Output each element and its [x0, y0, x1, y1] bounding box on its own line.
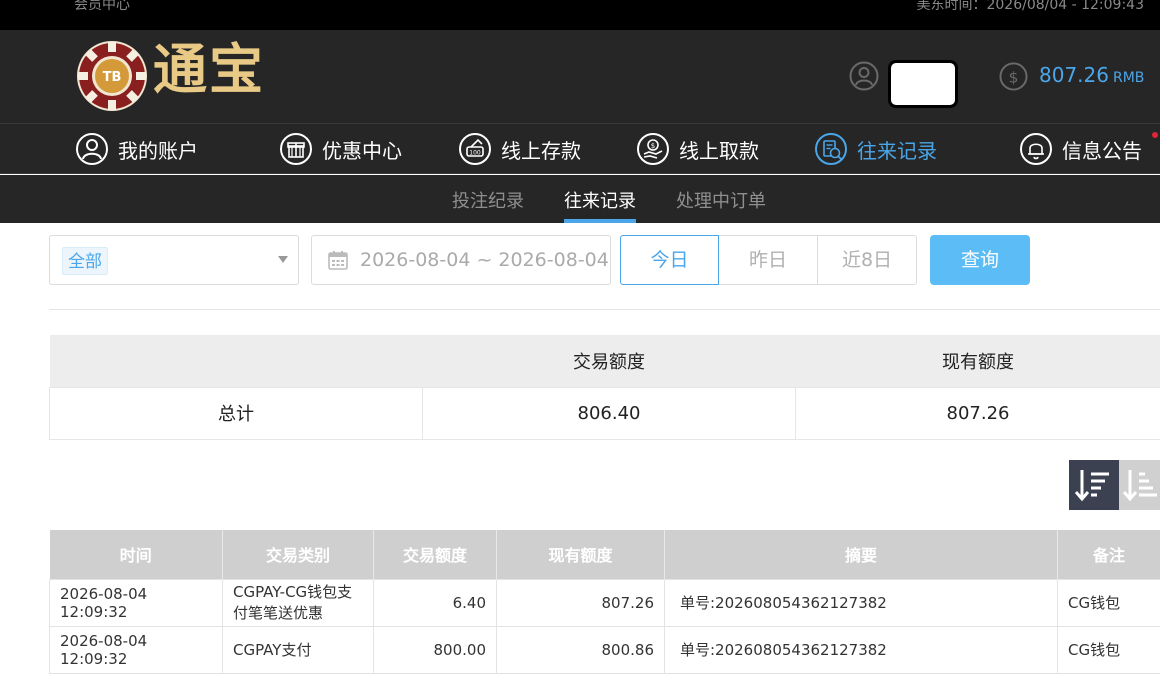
sort-descending-icon	[1074, 470, 1109, 502]
user-avatar-icon[interactable]	[849, 61, 879, 91]
summary-header-empty	[49, 335, 423, 387]
table-row: 2026-08-04 12:09:32 CGPAY-CG钱包支付笔笔送优惠 6.…	[49, 578, 1160, 627]
nav-announcements[interactable]: 信息公告	[1019, 132, 1142, 166]
cell-note: CG钱包	[1057, 625, 1160, 674]
records-table: 时间 交易类别 交易额度 现有额度 摘要 备注 2026-08-04 12:09…	[49, 530, 1160, 674]
dollar-coin-icon: $	[999, 62, 1028, 91]
cell-summary: 单号:202608054362127382	[664, 625, 1058, 674]
cell-balance: 807.26	[496, 578, 665, 627]
nav-online-deposit[interactable]: 100 线上存款	[458, 132, 581, 166]
chevron-down-icon	[278, 256, 288, 263]
nav-transaction-records[interactable]: 往来记录	[814, 132, 937, 166]
calendar-icon	[328, 251, 348, 270]
col-header-note[interactable]: 备注	[1057, 530, 1160, 579]
records-header-row: 时间 交易类别 交易额度 现有额度 摘要 备注	[49, 530, 1160, 579]
sort-ascending-button[interactable]	[1119, 460, 1160, 510]
username-box[interactable]	[888, 60, 958, 108]
logo-chip-icon[interactable]: TB	[76, 40, 148, 112]
subtab-bet-records[interactable]: 投注纪录	[452, 187, 524, 213]
divider	[49, 309, 1160, 310]
notification-dot	[1152, 132, 1158, 138]
date-range-value: 2026-08-04 ~ 2026-08-04	[360, 249, 609, 271]
col-header-amount[interactable]: 交易额度	[373, 530, 497, 579]
member-center-label: 会员中心	[74, 0, 130, 13]
cell-time: 2026-08-04 12:09:32	[49, 578, 223, 627]
balance-amount: 807.26	[1039, 63, 1109, 87]
svg-text:100: 100	[469, 150, 481, 157]
sort-descending-button[interactable]	[1069, 460, 1119, 510]
col-header-time[interactable]: 时间	[49, 530, 223, 579]
cell-summary: 单号:202608054362127382	[664, 578, 1058, 627]
yesterday-button[interactable]: 昨日	[719, 235, 818, 285]
nav-label: 往来记录	[857, 138, 937, 163]
eastern-time-label: 美东时间：2026/08/04 - 12:09:43	[916, 0, 1144, 13]
summary-header-row: 交易额度 现有额度	[49, 335, 1160, 387]
site-header: TB 通宝 $ 807.26 RMB	[0, 30, 1160, 123]
sort-ascending-icon	[1122, 470, 1157, 502]
selected-type-tag: 全部	[62, 247, 108, 275]
cell-type: CGPAY支付	[222, 625, 374, 674]
top-strip: 会员中心 美东时间：2026/08/04 - 12:09:43	[0, 0, 1160, 30]
svg-text:$: $	[1009, 68, 1019, 86]
nav-label: 信息公告	[1062, 138, 1142, 163]
col-header-summary[interactable]: 摘要	[664, 530, 1058, 579]
col-header-balance[interactable]: 现有额度	[496, 530, 665, 579]
gift-icon	[280, 133, 312, 165]
svg-text:$: $	[651, 142, 655, 150]
main-nav: 我的账户 优惠中心 100 线上存款 $ 线上取款 往来记录 信息公告	[0, 123, 1160, 174]
currency-unit: RMB	[1112, 70, 1145, 86]
nav-label: 优惠中心	[322, 138, 402, 163]
table-row: 2026-08-04 12:09:32 CGPAY支付 800.00 800.8…	[49, 625, 1160, 674]
cell-amount: 6.40	[373, 578, 497, 627]
nav-label: 线上存款	[501, 138, 581, 163]
brand-name[interactable]: 通宝	[153, 42, 265, 96]
nav-label: 我的账户	[118, 138, 198, 163]
nav-promotions[interactable]: 优惠中心	[279, 132, 402, 166]
nav-my-account[interactable]: 我的账户	[75, 132, 198, 166]
total-balance: 807.26	[795, 386, 1160, 440]
deposit-icon: 100	[459, 133, 491, 165]
nav-online-withdraw[interactable]: $ 线上取款	[636, 132, 759, 166]
subtab-transaction-records[interactable]: 往来记录	[564, 187, 636, 213]
summary-header-amount: 交易额度	[422, 335, 796, 387]
withdraw-icon: $	[637, 133, 669, 165]
summary-total-row: 总计 806.40 807.26	[49, 386, 1160, 440]
sub-nav: 投注纪录 往来记录 处理中订单	[0, 175, 1160, 223]
type-select[interactable]: 全部	[49, 235, 299, 285]
active-tab-underline	[564, 219, 636, 223]
last-8-days-button[interactable]: 近8日	[818, 235, 917, 285]
subtab-pending-orders[interactable]: 处理中订单	[676, 187, 766, 213]
cell-type: CGPAY-CG钱包支付笔笔送优惠	[222, 578, 374, 627]
bell-icon	[1020, 133, 1052, 165]
total-amount: 806.40	[422, 386, 796, 440]
balance-display: 807.26 RMB	[1039, 63, 1144, 87]
records-icon	[815, 133, 847, 165]
col-header-type[interactable]: 交易类别	[222, 530, 374, 579]
date-range-picker[interactable]: 2026-08-04 ~ 2026-08-04	[311, 235, 611, 285]
cell-time: 2026-08-04 12:09:32	[49, 625, 223, 674]
cell-note: CG钱包	[1057, 578, 1160, 627]
summary-table: 交易额度 现有额度 总计 806.40 807.26	[49, 335, 1160, 440]
cell-balance: 800.86	[496, 625, 665, 674]
summary-header-balance: 现有额度	[795, 335, 1160, 387]
today-button[interactable]: 今日	[620, 235, 719, 285]
total-label: 总计	[49, 386, 423, 440]
nav-label: 线上取款	[679, 138, 759, 163]
cell-amount: 800.00	[373, 625, 497, 674]
query-button[interactable]: 查询	[930, 235, 1030, 285]
user-icon	[76, 133, 108, 165]
logo-text: TB	[103, 70, 122, 85]
